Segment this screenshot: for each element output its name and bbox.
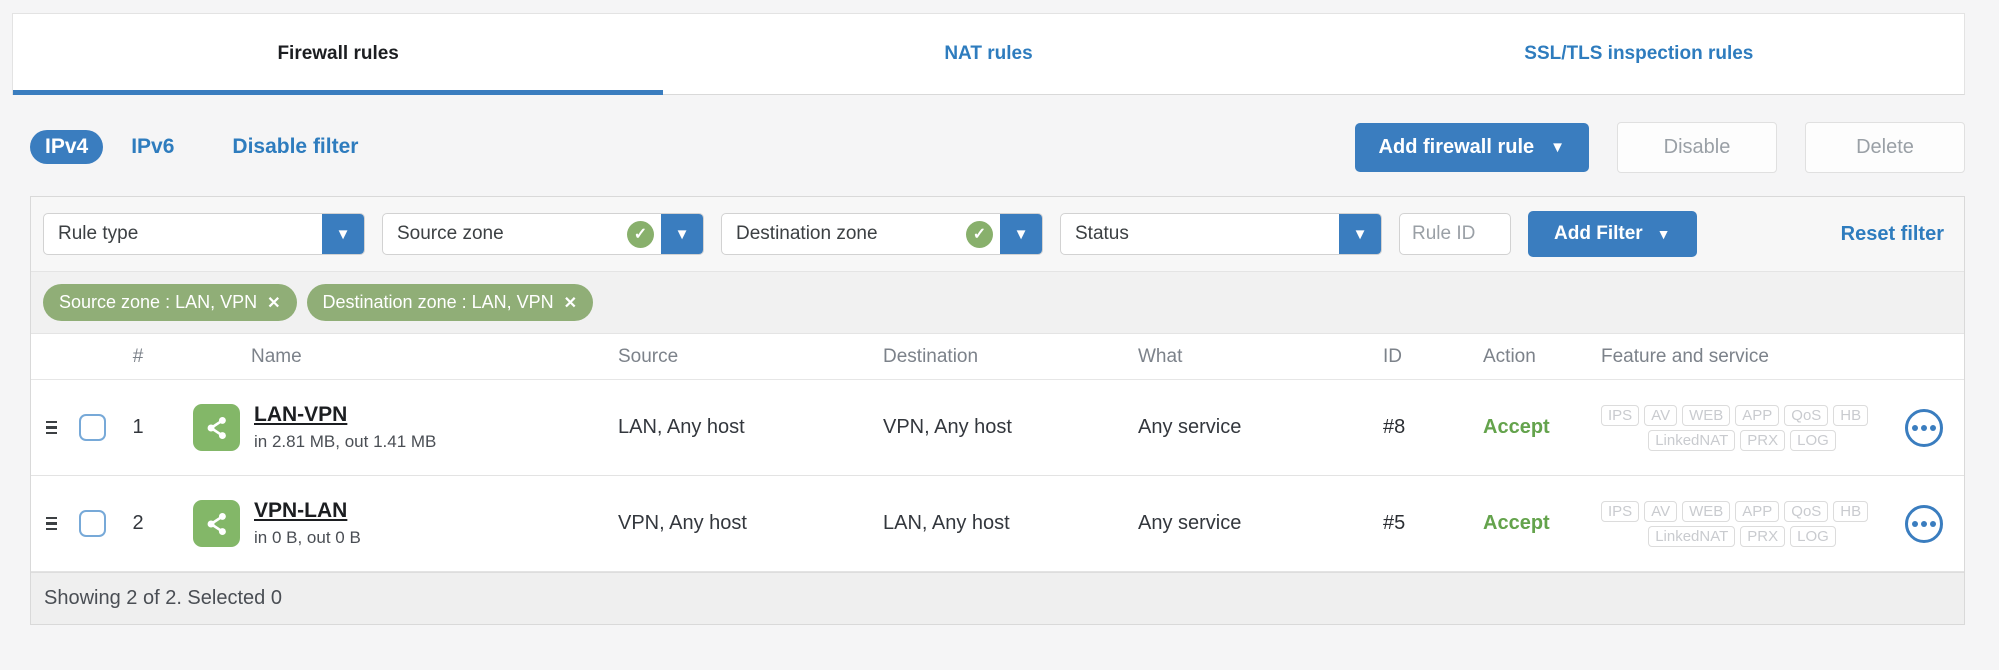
filter-chip-destination-zone: Destination zone : LAN, VPN ✕: [306, 284, 594, 321]
column-header-action: Action: [1483, 345, 1536, 367]
tab-firewall-rules[interactable]: Firewall rules: [13, 14, 664, 95]
column-header-what: What: [1138, 345, 1183, 367]
source-zone-dropdown[interactable]: Source zone ✓ ▼: [382, 213, 704, 255]
table-header: # Name Source Destination What ID Action…: [31, 334, 1964, 380]
rule-type-dropdown[interactable]: Rule type ▼: [43, 213, 365, 255]
share-network-icon[interactable]: [193, 500, 240, 547]
row-number: 1: [132, 416, 144, 438]
column-header-destination: Destination: [883, 345, 979, 367]
rule-action: Accept: [1483, 416, 1550, 438]
rule-action: Accept: [1483, 512, 1550, 534]
tab-nat-rules[interactable]: NAT rules: [663, 14, 1313, 94]
badge-av: AV: [1644, 404, 1678, 426]
drag-handle-icon[interactable]: [45, 420, 57, 435]
badge-qos: QoS: [1784, 404, 1829, 426]
tab-bar: Firewall rules NAT rules SSL/TLS inspect…: [12, 13, 1965, 95]
table-row: 1 LAN-VPN in 2.81 MB, out 1.41 MB LAN, A…: [31, 380, 1964, 476]
disable-filter-link[interactable]: Disable filter: [232, 135, 358, 159]
chevron-down-icon: ▼: [1656, 226, 1671, 242]
rule-what: Any service: [1138, 512, 1242, 534]
badge-web: WEB: [1682, 500, 1731, 522]
badge-app: APP: [1735, 404, 1780, 426]
chevron-down-icon[interactable]: ▼: [322, 214, 364, 254]
status-dropdown-label: Status: [1075, 223, 1129, 244]
rule-id: #5: [1383, 512, 1406, 534]
chevron-down-icon[interactable]: ▼: [661, 214, 703, 254]
source-zone-dropdown-label: Source zone: [397, 223, 504, 244]
disable-button[interactable]: Disable: [1617, 121, 1777, 173]
badge-prx: PRX: [1740, 429, 1786, 451]
badge-linkednat: LinkedNAT: [1648, 525, 1736, 547]
rule-name-link[interactable]: LAN-VPN: [254, 403, 436, 427]
badge-app: APP: [1735, 500, 1780, 522]
badge-log: LOG: [1790, 429, 1836, 451]
badge-av: AV: [1644, 500, 1678, 522]
feature-badges: IPS AV WEB APP QoS HB LinkedNAT PRX LOG: [1601, 500, 1883, 547]
rule-id-input[interactable]: [1399, 213, 1511, 255]
destination-zone-dropdown-label: Destination zone: [736, 223, 878, 244]
close-icon[interactable]: ✕: [267, 293, 280, 313]
add-firewall-rule-button[interactable]: Add firewall rule ▼: [1354, 122, 1589, 172]
rule-traffic: in 0 B, out 0 B: [254, 528, 361, 547]
column-header-source: Source: [618, 345, 679, 367]
badge-prx: PRX: [1740, 525, 1786, 547]
row-checkbox[interactable]: [78, 510, 106, 537]
reset-filter-link[interactable]: Reset filter: [1841, 223, 1944, 246]
toolbar: IPv4 IPv6 Disable filter Add firewall ru…: [30, 118, 1965, 176]
rule-id: #8: [1383, 416, 1406, 438]
badge-hb: HB: [1833, 404, 1869, 426]
destination-zone-dropdown[interactable]: Destination zone ✓ ▼: [721, 213, 1043, 255]
table-row: 2 VPN-LAN in 0 B, out 0 B VPN, Any host …: [31, 476, 1964, 572]
row-menu-ellipsis-icon[interactable]: [1904, 504, 1943, 543]
badge-qos: QoS: [1784, 500, 1829, 522]
ipv4-toggle[interactable]: IPv4: [30, 130, 104, 164]
chevron-down-icon[interactable]: ▼: [1000, 214, 1042, 254]
check-circle-icon: ✓: [627, 220, 654, 248]
close-icon[interactable]: ✕: [564, 293, 577, 313]
add-firewall-rule-label: Add firewall rule: [1378, 135, 1535, 158]
showing-status-text: Showing 2 of 2. Selected 0: [44, 587, 282, 609]
rule-traffic: in 2.81 MB, out 1.41 MB: [254, 432, 437, 451]
rule-destination: VPN, Any host: [883, 416, 1012, 438]
toolbar-actions: Add firewall rule ▼ Disable Delete: [1354, 121, 1965, 173]
filter-chip-label: Destination zone : LAN, VPN: [322, 292, 554, 312]
rule-destination: LAN, Any host: [883, 512, 1010, 534]
row-menu-ellipsis-icon[interactable]: [1904, 408, 1943, 447]
status-dropdown[interactable]: Status ▼: [1060, 213, 1382, 255]
add-filter-button[interactable]: Add Filter ▼: [1528, 211, 1697, 257]
column-header-name: Name: [251, 345, 302, 367]
rule-source: LAN, Any host: [618, 416, 745, 438]
drag-handle-icon[interactable]: [45, 516, 57, 531]
column-header-feature: Feature and service: [1601, 345, 1769, 367]
ipv6-toggle[interactable]: IPv6: [131, 135, 174, 159]
active-filter-chips: Source zone : LAN, VPN ✕ Destination zon…: [31, 272, 1964, 334]
filter-chip-source-zone: Source zone : LAN, VPN ✕: [43, 284, 297, 321]
add-filter-label: Add Filter: [1554, 223, 1643, 244]
delete-button[interactable]: Delete: [1805, 121, 1965, 173]
badge-ips: IPS: [1601, 404, 1640, 426]
chevron-down-icon: ▼: [1550, 138, 1565, 156]
badge-web: WEB: [1682, 404, 1731, 426]
check-circle-icon: ✓: [966, 220, 993, 248]
share-network-icon[interactable]: [193, 404, 240, 451]
badge-ips: IPS: [1601, 500, 1640, 522]
badge-hb: HB: [1833, 500, 1869, 522]
rule-name-link[interactable]: VPN-LAN: [254, 499, 361, 523]
firewall-rules-panel: Rule type ▼ Source zone ✓ ▼ Destination …: [30, 196, 1965, 625]
rule-source: VPN, Any host: [618, 512, 747, 534]
tab-ssl-tls-inspection-rules[interactable]: SSL/TLS inspection rules: [1314, 14, 1964, 94]
chevron-down-icon[interactable]: ▼: [1339, 214, 1381, 254]
table-footer: Showing 2 of 2. Selected 0: [31, 572, 1964, 624]
column-header-num: #: [132, 345, 144, 367]
row-checkbox[interactable]: [78, 414, 106, 441]
filter-chip-label: Source zone : LAN, VPN: [59, 292, 258, 312]
rule-type-dropdown-label: Rule type: [58, 223, 139, 244]
column-header-id: ID: [1383, 345, 1402, 367]
badge-linkednat: LinkedNAT: [1648, 429, 1736, 451]
feature-badges: IPS AV WEB APP QoS HB LinkedNAT PRX LOG: [1601, 404, 1883, 451]
rule-what: Any service: [1138, 416, 1242, 438]
filter-bar: Rule type ▼ Source zone ✓ ▼ Destination …: [31, 197, 1964, 272]
badge-log: LOG: [1790, 525, 1836, 547]
row-number: 2: [132, 512, 144, 534]
